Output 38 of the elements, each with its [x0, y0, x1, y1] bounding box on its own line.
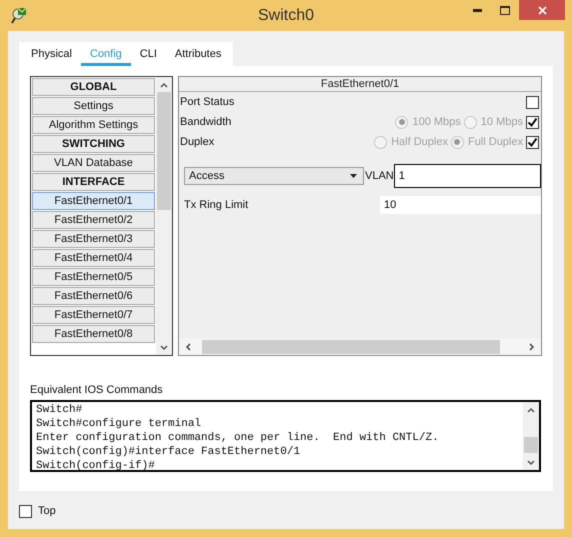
console-line: Switch#: [36, 402, 84, 416]
sidebar-item[interactable]: FastEthernet0/7: [32, 306, 155, 324]
console-line: Switch#configure terminal: [36, 416, 202, 430]
section-header[interactable]: INTERFACE: [32, 173, 155, 191]
field-label: Port Status: [180, 94, 234, 110]
sidebar-item[interactable]: FastEthernet0/2: [32, 211, 155, 229]
section-header[interactable]: GLOBAL: [32, 78, 155, 96]
radio-label: Half Duplex: [391, 134, 448, 150]
section-header[interactable]: SWITCHING: [32, 135, 155, 153]
sidebar-item[interactable]: FastEthernet0/8: [32, 325, 155, 343]
console-line: Switch(config-if)#: [36, 458, 156, 472]
tx-ring-limit-field[interactable]: 10: [380, 196, 541, 214]
sidebar-item[interactable]: VLAN Database: [32, 154, 155, 172]
sidebar-item[interactable]: Settings: [32, 97, 155, 115]
sidebar-item[interactable]: Algorithm Settings: [32, 116, 155, 134]
sidebar-item[interactable]: FastEthernet0/5: [32, 268, 155, 286]
console-line: Switch(config)#interface FastEthernet0/1: [36, 444, 302, 458]
field-label: Bandwidth: [180, 114, 232, 130]
checkbox-label: Top: [38, 504, 56, 519]
panel-title: FastEthernet0/1: [179, 77, 541, 92]
sidebar-item[interactable]: FastEthernet0/6: [32, 287, 155, 305]
tab[interactable]: Physical: [22, 42, 81, 66]
sidebar-item[interactable]: FastEthernet0/4: [32, 249, 155, 267]
field-label: Duplex: [180, 134, 214, 150]
radio-label: Full Duplex: [468, 134, 523, 150]
tab[interactable]: CLI: [130, 42, 166, 66]
tab[interactable]: Attributes: [166, 42, 230, 66]
radio-label: 10 Mbps: [480, 114, 523, 130]
radio-label: 100 Mbps: [412, 114, 461, 130]
mode-dropdown[interactable]: Access: [184, 167, 364, 185]
window-title: Switch0: [258, 6, 314, 26]
field-label: VLAN: [365, 168, 394, 184]
section-label: Equivalent IOS Commands: [30, 383, 164, 398]
console-line: Enter configuration commands, one per line. End with CNTL/Z.: [36, 430, 440, 444]
field-label: Tx Ring Limit: [184, 198, 250, 213]
sidebar-item[interactable]: FastEthernet0/3: [32, 230, 155, 248]
sidebar-item[interactable]: FastEthernet0/1: [32, 192, 155, 210]
vlan-field[interactable]: 1: [394, 164, 541, 188]
